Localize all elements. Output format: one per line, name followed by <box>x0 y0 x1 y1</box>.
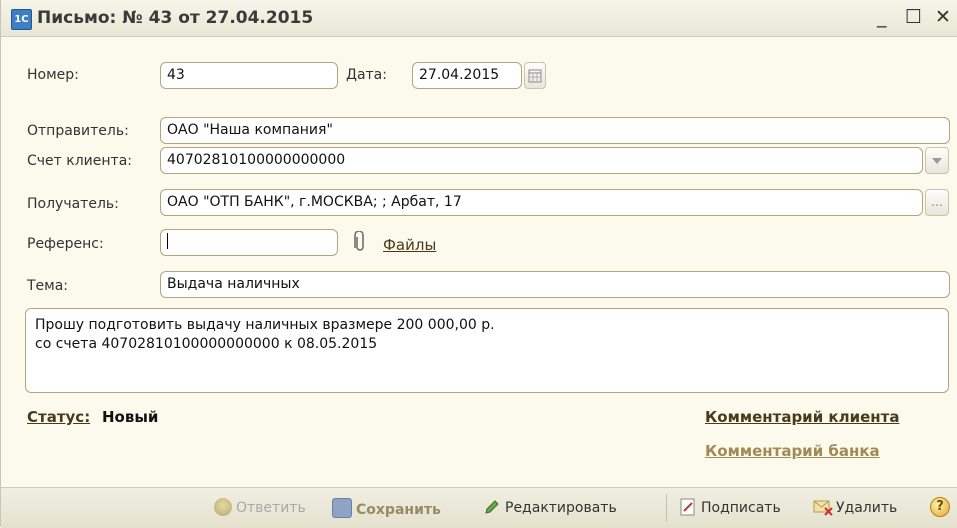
chevron-down-icon <box>932 158 942 164</box>
window-title: Письмо: № 43 от 27.04.2015 <box>37 8 314 28</box>
account-select[interactable]: 40702810100000000000 <box>160 147 923 174</box>
recipient-field[interactable]: ОАО "ОТП БАНК", г.МОСКВА; ; Арбат, 17 <box>160 189 923 216</box>
delete-envelope-icon <box>813 500 833 516</box>
edit-label: Редактировать <box>505 500 617 516</box>
sender-label: Отправитель: <box>27 123 129 139</box>
number-field[interactable]: 43 <box>160 62 338 89</box>
ellipsis-icon: … <box>931 195 943 209</box>
close-button[interactable]: ✕ <box>935 6 951 28</box>
letter-body-textarea[interactable]: Прошу подготовить выдачу наличных вразме… <box>25 308 949 393</box>
command-bar: Ответить Сохранить Редактировать Подписа… <box>1 487 957 528</box>
pencil-icon <box>485 500 499 514</box>
account-label: Счет клиента: <box>27 153 132 169</box>
title-bar[interactable]: 1C Письмо: № 43 от 27.04.2015 _ ☐ ✕ <box>1 0 957 37</box>
reply-icon <box>214 498 232 516</box>
bank-comment-link[interactable]: Комментарий банка <box>705 442 880 460</box>
sender-field[interactable]: ОАО "Наша компания" <box>160 117 950 144</box>
toolbar-separator <box>666 494 667 522</box>
reply-button[interactable]: Ответить <box>214 498 306 516</box>
recipient-select-button[interactable]: … <box>925 189 949 216</box>
letter-window: 1C Письмо: № 43 от 27.04.2015 _ ☐ ✕ Номе… <box>0 0 957 528</box>
date-label: Дата: <box>346 67 387 83</box>
maximize-button[interactable]: ☐ <box>905 6 922 28</box>
calendar-button[interactable] <box>524 62 546 89</box>
delete-label: Удалить <box>836 500 898 516</box>
letter-body-line-2: со счета 40702810100000000000 к 08.05.20… <box>35 336 378 352</box>
sign-label: Подписать <box>701 500 781 516</box>
files-link[interactable]: Файлы <box>383 236 436 254</box>
reference-field[interactable] <box>160 229 338 256</box>
account-dropdown-button[interactable] <box>925 147 949 174</box>
recipient-label: Получатель: <box>27 196 119 212</box>
letter-body-line-1: Прошу подготовить выдачу наличных вразме… <box>35 317 495 333</box>
delete-button[interactable]: Удалить <box>813 498 897 516</box>
subject-label: Тема: <box>27 278 69 294</box>
status-value: Новый <box>102 408 159 426</box>
paperclip-icon[interactable] <box>353 231 367 253</box>
sign-button[interactable]: Подписать <box>679 498 781 516</box>
app-icon: 1C <box>11 9 32 30</box>
help-button[interactable]: ? <box>930 497 950 517</box>
date-field[interactable]: 27.04.2015 <box>412 62 522 89</box>
reference-label: Референс: <box>27 236 104 252</box>
client-comment-link[interactable]: Комментарий клиента <box>705 408 899 426</box>
save-button[interactable]: Сохранить <box>332 498 441 518</box>
subject-field[interactable]: Выдача наличных <box>160 271 950 298</box>
floppy-disk-icon <box>332 498 352 518</box>
edit-button[interactable]: Редактировать <box>483 498 617 516</box>
calendar-icon <box>528 69 542 83</box>
status-link[interactable]: Статус: <box>27 408 90 426</box>
minimize-button[interactable]: _ <box>877 6 887 28</box>
number-label: Номер: <box>27 67 79 83</box>
reply-label: Ответить <box>236 500 306 516</box>
save-label: Сохранить <box>356 502 441 518</box>
text-cursor <box>167 233 168 249</box>
sign-document-icon <box>680 498 695 516</box>
help-icon: ? <box>936 499 944 514</box>
